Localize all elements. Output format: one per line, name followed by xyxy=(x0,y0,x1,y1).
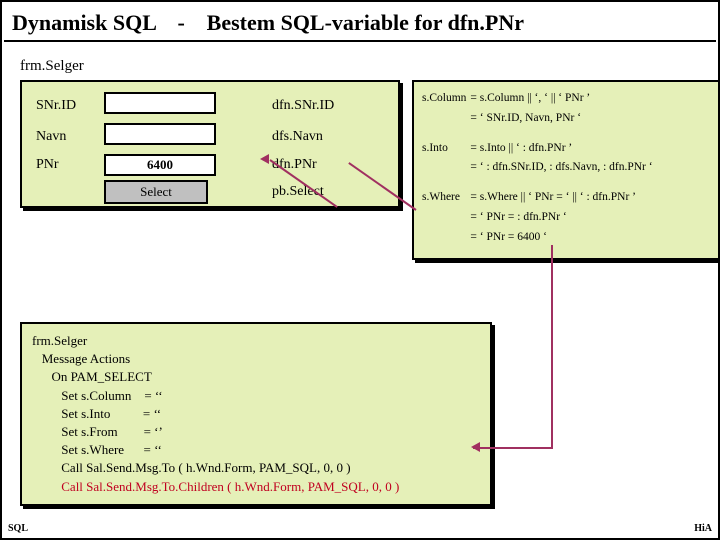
code-l: Message Actions xyxy=(32,351,130,366)
df-label: dfs.Navn xyxy=(222,121,340,152)
pnr-input[interactable]: 6400 xyxy=(104,154,216,176)
arrow-1-head xyxy=(260,154,269,164)
form-row-button: Select pb.Select xyxy=(30,178,340,206)
form-name-label: frm.Selger xyxy=(20,58,84,75)
row-label: PNr xyxy=(30,152,98,178)
sql-key: s.Into xyxy=(422,140,470,160)
snrid-input[interactable] xyxy=(104,92,216,114)
slide-title: Dynamisk SQL - Bestem SQL-variable for d… xyxy=(2,2,718,40)
row-label: SNr.ID xyxy=(30,90,98,121)
select-button[interactable]: Select xyxy=(104,180,208,204)
sql-key: s.Column xyxy=(422,90,470,110)
sql-val: = ‘ SNr.ID, Navn, PNr ‘ xyxy=(470,110,656,130)
code-l: Set s.From = ‘’ xyxy=(32,424,163,439)
arrow-2 xyxy=(473,447,553,449)
df-label: dfn.PNr xyxy=(222,152,340,178)
code-l-red: Call Sal.Send.Msg.To.Children ( h.Wnd.Fo… xyxy=(32,479,399,494)
code-l: Set s.Where = ‘‘ xyxy=(32,442,162,457)
form-row: Navn dfs.Navn xyxy=(30,121,340,152)
code-l: . . . xyxy=(32,497,78,512)
form-row: SNr.ID dfn.SNr.ID xyxy=(30,90,340,121)
sql-val: = ‘ : dfn.SNr.ID, : dfs.Navn, : dfn.PNr … xyxy=(470,159,656,179)
code-l: Set s.Into = ‘‘ xyxy=(32,406,161,421)
sql-val: = ‘ PNr = : dfn.PNr ‘ xyxy=(470,209,656,229)
title-dash: - xyxy=(161,10,201,36)
arrow-2-head xyxy=(471,442,480,452)
sql-val: = s.Where || ‘ PNr = ‘ || ‘ : dfn.PNr ’ xyxy=(470,189,656,209)
sql-box: s.Column = s.Column || ‘, ‘ || ‘ PNr ’ =… xyxy=(412,80,720,260)
title-right: Bestem SQL-variable for dfn.PNr xyxy=(207,10,524,35)
form-box: SNr.ID dfn.SNr.ID Navn dfs.Navn PNr 6400… xyxy=(20,80,400,208)
df-label: pb.Select xyxy=(222,178,340,206)
row-label: Navn xyxy=(30,121,98,152)
code-l: frm.Selger xyxy=(32,333,87,348)
sql-val: = s.Into || ‘ : dfn.PNr ’ xyxy=(470,140,656,160)
arrow-2v xyxy=(551,245,553,449)
code-l: On PAM_SELECT xyxy=(32,369,152,384)
footer-left: SQL xyxy=(8,523,28,534)
code-l: Set s.Column = ‘‘ xyxy=(32,388,163,403)
footer-right: HiA xyxy=(694,523,712,534)
sql-val: = s.Column || ‘, ‘ || ‘ PNr ’ xyxy=(470,90,656,110)
code-box: frm.Selger Message Actions On PAM_SELECT… xyxy=(20,322,492,506)
title-rule xyxy=(4,40,716,42)
title-left: Dynamisk SQL xyxy=(12,10,156,35)
sql-key: s.Where xyxy=(422,189,470,209)
navn-input[interactable] xyxy=(104,123,216,145)
form-row: PNr 6400 dfn.PNr xyxy=(30,152,340,178)
code-l: Call Sal.Send.Msg.To ( h.Wnd.Form, PAM_S… xyxy=(32,460,351,475)
sql-val: = ‘ PNr = 6400 ‘ xyxy=(470,229,656,249)
df-label: dfn.SNr.ID xyxy=(222,90,340,121)
